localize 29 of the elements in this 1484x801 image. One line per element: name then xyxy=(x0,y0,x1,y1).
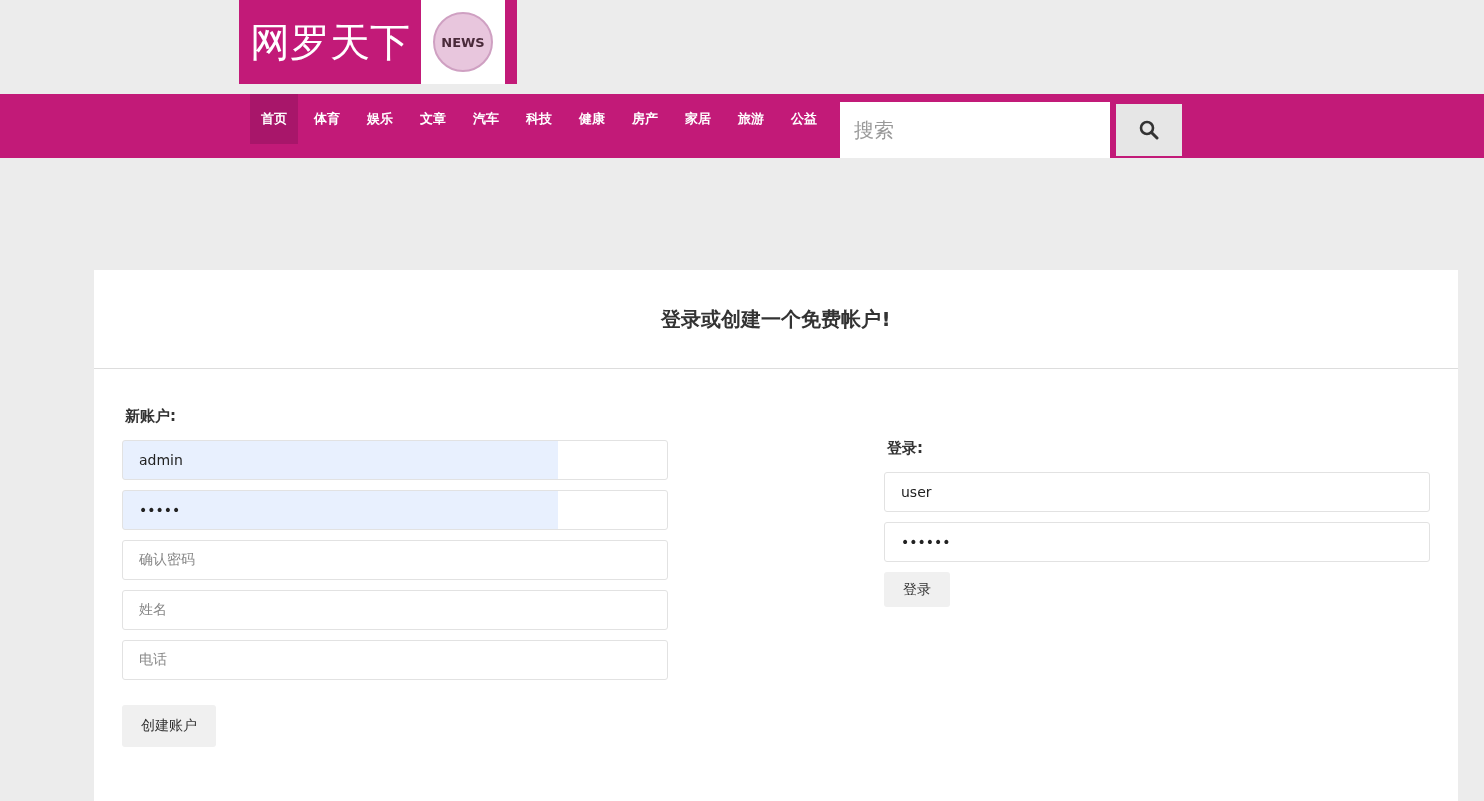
input-field[interactable]: 姓名 xyxy=(122,590,668,630)
nav-link[interactable]: 娱乐 xyxy=(356,94,404,144)
nav-link[interactable]: 文章 xyxy=(409,94,457,144)
login-heading: 登录: xyxy=(886,439,924,458)
logo-title: 网罗天下 xyxy=(249,17,411,67)
create-account-button[interactable]: 创建账户 xyxy=(122,705,216,747)
nav-link[interactable]: 公益 xyxy=(780,94,828,144)
input-field[interactable]: •••••• xyxy=(884,522,1430,562)
nav-link[interactable]: 家居 xyxy=(674,94,722,144)
search-field[interactable]: 搜索 xyxy=(840,102,1110,158)
input-field[interactable]: 确认密码 xyxy=(122,540,668,580)
login-button[interactable]: 登录 xyxy=(884,572,950,607)
news-badge: NEWS xyxy=(433,12,493,72)
search-button[interactable] xyxy=(1116,104,1182,156)
new-account-heading: 新账户: xyxy=(124,407,177,426)
nav-link[interactable]: 旅游 xyxy=(727,94,775,144)
nav-link[interactable]: 科技 xyxy=(515,94,563,144)
input-field[interactable]: user xyxy=(884,472,1430,512)
input-field[interactable]: ••••• xyxy=(122,490,668,530)
input-field[interactable]: 电话 xyxy=(122,640,668,680)
nav-link[interactable]: 汽车 xyxy=(462,94,510,144)
site-logo[interactable]: 网罗天下 NEWS xyxy=(239,0,517,84)
nav-link[interactable]: 体育 xyxy=(303,94,351,144)
nav-link[interactable]: 房产 xyxy=(621,94,669,144)
search-icon xyxy=(1139,120,1159,140)
nav-link[interactable]: 健康 xyxy=(568,94,616,144)
card-title: 登录或创建一个免费帐户! xyxy=(661,305,891,333)
input-field[interactable]: admin xyxy=(122,440,668,480)
nav-link[interactable]: 首页 xyxy=(250,94,298,144)
